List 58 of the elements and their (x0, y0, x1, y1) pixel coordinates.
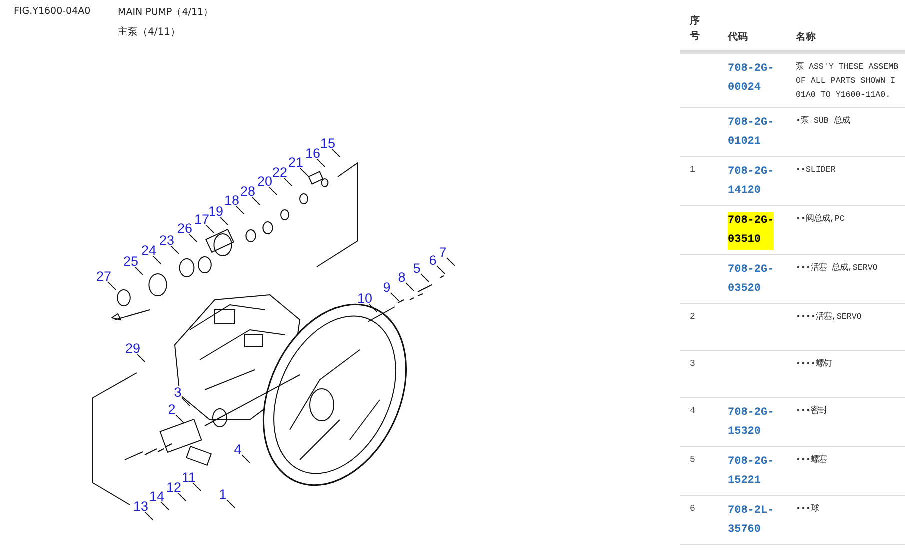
callout-number: 11 (182, 470, 196, 485)
part-code-link[interactable]: 708-2G- 15221 (728, 453, 774, 491)
callout-number: 19 (208, 204, 224, 219)
callout-number: 4 (234, 442, 242, 457)
figure-title: MAIN PUMP（4/11） (118, 6, 215, 19)
part-code-link[interactable]: 708-2G- 14120 (728, 163, 774, 201)
part-name: •••球 (796, 503, 820, 516)
item-number: 6 (690, 503, 696, 514)
figure-subtitle: 主泵（4/11） (118, 26, 182, 39)
part-name: •泵 SUB 总成 (796, 115, 852, 128)
callout-number: 22 (272, 165, 288, 180)
part-name: ••••活塞,SERVO (796, 310, 863, 324)
item-number: 2 (690, 311, 696, 322)
part-code-link[interactable]: 708-2G- 15320 (728, 404, 774, 442)
callout-number: 21 (288, 155, 304, 170)
item-number: 5 (690, 454, 696, 465)
callout-number: 10 (357, 291, 373, 306)
part-code-link[interactable]: 708-2G- 01021 (728, 114, 774, 152)
part-name: ••SLIDER (796, 165, 837, 177)
item-number: 3 (690, 358, 696, 369)
column-header: 名称 (796, 30, 817, 44)
column-header: 代码 (728, 30, 749, 44)
callout-number: 6 (429, 253, 437, 268)
callout-number: 27 (96, 269, 112, 284)
callout-number: 20 (257, 174, 273, 189)
callout-number: 28 (240, 184, 256, 199)
callout-number: 8 (398, 270, 406, 285)
part-name: ••阀总成,PC (796, 213, 846, 226)
callout-number: 26 (177, 221, 193, 236)
part-code-link[interactable]: 708-2G- 03510 (728, 212, 774, 250)
callout-number: 12 (166, 480, 182, 495)
callout-number: 9 (383, 280, 391, 295)
callout-number: 16 (305, 146, 321, 161)
callout-number: 14 (149, 489, 165, 504)
callout-number: 13 (133, 499, 149, 514)
callout-number: 18 (224, 193, 240, 208)
part-code-link[interactable]: 708-2L- 35760 (728, 502, 774, 540)
callout-number: 29 (125, 341, 141, 356)
callout-number: 17 (194, 212, 210, 227)
column-header: 序号 (690, 14, 700, 44)
item-number: 1 (690, 164, 696, 175)
callout-number: 25 (123, 254, 139, 269)
callout-number: 1 (219, 487, 227, 502)
callout-number: 7 (439, 245, 447, 260)
item-number: 4 (690, 405, 696, 416)
figure-number: FIG.Y1600-04A0 (14, 6, 92, 19)
part-name: •••活塞 总成,SERVO (796, 262, 879, 275)
part-code-link[interactable]: 708-2G- 00024 (728, 60, 774, 98)
part-code-link[interactable]: 708-2G- 03520 (728, 261, 774, 299)
part-name: •••螺塞 (796, 454, 828, 467)
callout-number: 23 (159, 233, 175, 248)
part-name: 泵 ASS'Y THESE ASSEMB OF ALL PARTS SHOWN I 01A0 TO Y1600-11A0. (796, 61, 900, 102)
part-name: •••密封 (796, 404, 828, 418)
callout-number: 2 (168, 402, 176, 417)
part-name: ••••螺钉 (796, 358, 834, 371)
callout-number: 24 (141, 243, 157, 258)
callout-number: 5 (413, 261, 421, 276)
callout-number: 15 (320, 136, 336, 151)
